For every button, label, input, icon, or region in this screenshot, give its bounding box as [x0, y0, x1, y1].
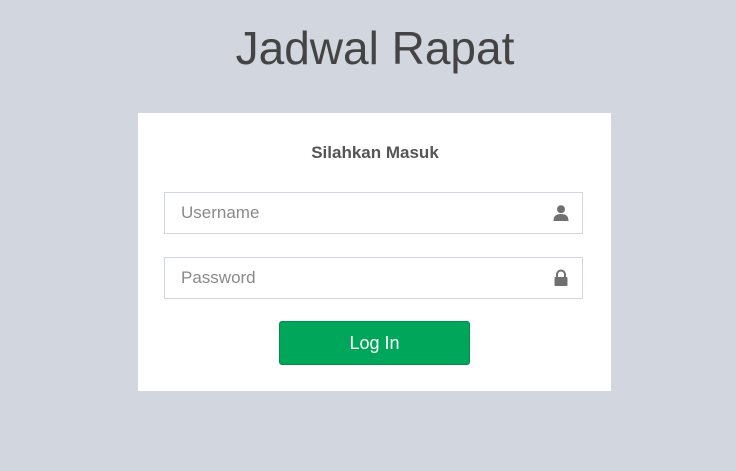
username-field[interactable] — [164, 192, 583, 234]
user-icon — [552, 204, 570, 222]
password-input[interactable] — [165, 258, 582, 298]
login-heading: Silahkan Masuk — [311, 143, 439, 162]
app-title: Jadwal Rapat — [235, 22, 515, 74]
lock-icon — [552, 269, 570, 287]
password-field[interactable] — [164, 257, 583, 299]
login-button[interactable]: Log In — [279, 321, 470, 365]
username-input[interactable] — [165, 193, 582, 233]
